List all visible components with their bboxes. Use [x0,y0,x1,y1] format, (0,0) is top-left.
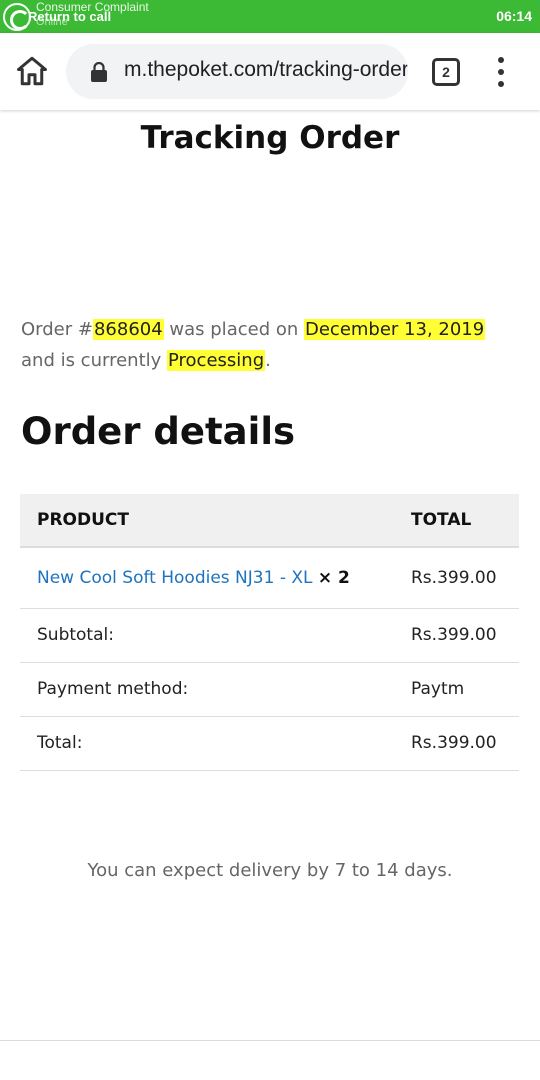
order-prefix: Order # [21,319,93,340]
table-row: Total: Rs.399.00 [20,716,519,771]
delivery-note: You can expect delivery by 7 to 14 days. [87,860,453,881]
order-date: December 13, 2019 [303,319,486,340]
product-link[interactable]: New Cool Soft Hoodies NJ31 - XL [37,568,312,588]
subtotal-value: Rs.399.00 [394,608,519,663]
order-placed-text: was placed on [163,319,304,340]
lock-icon [91,62,107,82]
payment-method-value: Paytm [394,662,519,717]
table-row: Payment method: Paytm [20,662,519,717]
page-title: Tracking Order [140,120,400,156]
subtotal-label: Subtotal: [20,608,394,663]
tabs-button[interactable]: 2 [432,58,460,86]
payment-method-label: Payment method: [20,662,394,717]
status-bar: Consumer Complaint Online Return to call… [0,0,540,33]
product-quantity: × 2 [317,568,350,588]
app-logo-icon [3,3,31,31]
bottom-divider [0,1040,540,1041]
product-column-header: PRODUCT [20,494,394,548]
total-label: Total: [20,716,394,771]
total-column-header: TOTAL [394,494,519,548]
home-button[interactable] [14,53,50,89]
address-bar[interactable]: m.thepoket.com/tracking-order [66,44,408,99]
order-status: Processing [167,350,266,371]
total-value: Rs.399.00 [394,716,519,771]
table-header-row: PRODUCT TOTAL [20,494,519,548]
url-text: m.thepoket.com/tracking-order [124,58,408,81]
order-details-heading: Order details [21,410,296,453]
home-icon [17,56,47,86]
order-number: 868604 [92,319,164,340]
order-details-table: PRODUCT TOTAL New Cool Soft Hoodies NJ31… [20,494,519,771]
more-vert-icon[interactable] [490,55,512,89]
status-time: 06:14 [496,8,532,24]
order-summary: Order #868604 was placed on December 13,… [21,314,521,376]
order-suffix: . [265,350,271,371]
browser-toolbar: m.thepoket.com/tracking-order 2 [0,33,540,110]
product-cell: New Cool Soft Hoodies NJ31 - XL × 2 [20,547,394,609]
table-row: New Cool Soft Hoodies NJ31 - XL × 2 Rs.3… [20,547,519,609]
order-status-text: and is currently [21,350,167,371]
tab-count: 2 [442,64,450,80]
return-to-call-link[interactable]: Return to call [28,9,111,24]
table-row: Subtotal: Rs.399.00 [20,608,519,663]
product-total: Rs.399.00 [394,547,519,609]
